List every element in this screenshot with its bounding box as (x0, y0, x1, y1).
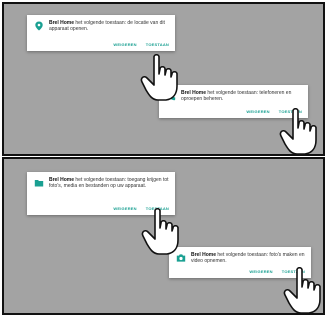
dialog-buttons: WEIGEREN TOESTAAN (104, 42, 169, 47)
pointing-hand-icon (283, 267, 321, 313)
pointing-hand-icon (140, 54, 178, 101)
deny-button[interactable]: WEIGEREN (113, 206, 136, 211)
screenshot-panel-bottom: Brel Home het volgende toestaan: toegang… (2, 157, 325, 315)
deny-button[interactable]: WEIGEREN (113, 42, 136, 47)
screenshot-panel-top: Brel Home het volgende toestaan: de loca… (2, 2, 325, 156)
pointing-hand-icon (279, 108, 317, 154)
folder-icon (34, 180, 44, 187)
location-pin-icon (35, 21, 43, 31)
permission-message: Brel Home het volgende toestaan: foto's … (191, 252, 305, 264)
permission-message: Brel Home het volgende toestaan: telefon… (181, 90, 292, 102)
deny-button[interactable]: WEIGEREN (249, 269, 272, 274)
pointing-hand-icon (141, 208, 179, 255)
allow-button[interactable]: TOESTAAN (146, 42, 169, 47)
permission-message: Brel Home het volgende toestaan: toegang… (49, 177, 169, 189)
permission-message: Brel Home het volgende toestaan: de loca… (49, 20, 165, 32)
permission-dialog-location: Brel Home het volgende toestaan: de loca… (27, 15, 175, 51)
deny-button[interactable]: WEIGEREN (246, 109, 269, 114)
